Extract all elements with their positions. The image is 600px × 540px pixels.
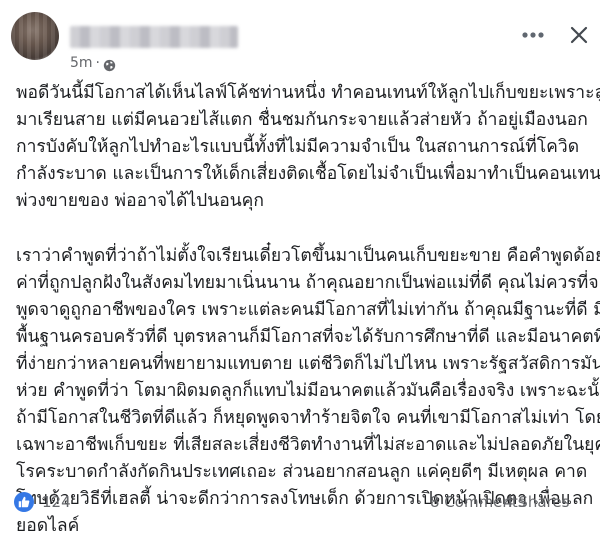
like-count: 124 [42,493,71,511]
more-options-icon[interactable] [518,20,548,50]
text-line: พื้นฐานครอบครัวที่ดี บุตรหลานก็มีโอกาสที… [16,327,600,347]
post-time[interactable]: 5m [70,55,93,71]
text-line: ค่าที่ถูกปลูกฝังในสังคมไทยมาเนิ่นนาน ถ้า… [16,273,600,293]
author-name-redacted[interactable] [70,26,238,48]
text-line: ที่ง่ายกว่าหลายคนที่พยายามแทบตาย แต่ชีวิ… [16,354,600,374]
text-line: ถ้ามีโอกาสในชีวิตที่ดีแล้ว ก็หยุดพูดจาทำ… [16,408,600,428]
post-paragraph: พอดีวันนี้มีโอกาสได้เห็นไลฟ์โค้ชท่านหนึ่… [16,80,600,215]
reactions-summary[interactable]: 124 [14,492,71,512]
text-line: พ่วงขายของ พ่ออาจได้ไปนอนคุก [16,191,264,211]
text-line: กำลังระบาด และเป็นการให้เด็กเสี่ยงติดเชื… [16,164,600,184]
post-meta: 5m · [70,54,116,72]
shares-count[interactable]: 4 Shares [504,493,569,511]
post-footer: 124 8 Comments 4 Shares [0,484,600,524]
thumbs-up-icon [14,492,34,512]
close-icon[interactable] [564,20,594,50]
text-line: พอดีวันนี้มีโอกาสได้เห็นไลฟ์โค้ชท่านหนึ่… [16,83,600,103]
text-line: โรคระบาดกำลังกัดกินประเทศเถอะ ส่วนอยากสอ… [16,462,588,482]
text-line: ห่วย คำพูดที่ว่า โตมาผิดมดลูกก็แทบไม่มีอ… [16,381,600,401]
globe-icon[interactable] [103,57,116,71]
post-header: 5m · [0,0,600,74]
meta-separator: · [95,55,100,71]
text-line: การบังคับให้ลูกไปทำอะไรแบบนี้ทั้งที่ไม่ม… [16,137,580,157]
text-line: พูดจาดูถูกอาชีพของใคร เพราะแต่ละคนมีโอกา… [16,300,600,320]
post-text: พอดีวันนี้มีโอกาสได้เห็นไลฟ์โค้ชท่านหนึ่… [16,80,600,540]
text-line: เราว่าคำพูดที่ว่าถ้าไม่ตั้งใจเรียนเดี๋ยว… [16,246,600,266]
text-line: เฉพาะอาชีพเก็บขยะ ที่เสียสละเสี่ยงชีวิตท… [16,435,600,455]
text-line: มาเรียนสาย แต่มีคนอวยไส้แตก ชื่นชมกันกระ… [16,110,588,130]
avatar[interactable] [11,12,59,60]
